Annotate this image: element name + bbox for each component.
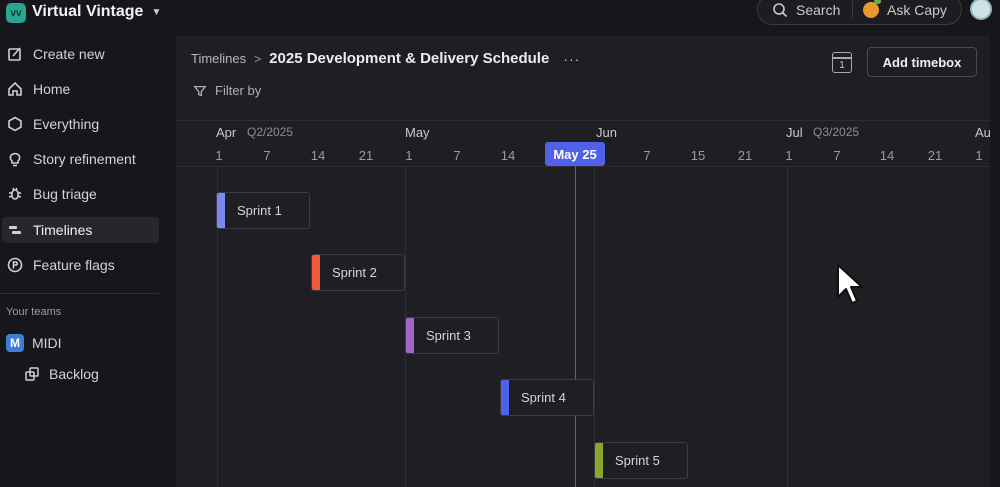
breadcrumb-separator: > xyxy=(254,51,262,66)
sidebar-item-label: Bug triage xyxy=(33,186,97,202)
day-label: 1 xyxy=(975,148,983,163)
search-button[interactable]: Search xyxy=(758,2,852,18)
month-label-apr: Apr xyxy=(216,125,237,140)
lightbulb-icon xyxy=(6,150,24,168)
capy-icon xyxy=(863,0,881,18)
page-title: 2025 Development & Delivery Schedule xyxy=(269,50,550,67)
sprint-label: Sprint 1 xyxy=(237,203,282,218)
bug-icon xyxy=(6,185,24,203)
timeline-header-divider xyxy=(176,166,990,167)
top-search-bar: Search Ask Capy xyxy=(757,0,962,25)
workspace-switcher[interactable]: Virtual Vintage ▼ xyxy=(32,3,161,21)
month-label-aug: Au xyxy=(975,125,990,140)
user-avatar[interactable] xyxy=(970,0,992,20)
month-label-jul: Jul xyxy=(786,125,803,140)
month-label-may: May xyxy=(405,125,430,140)
sprint-color-bar[interactable] xyxy=(217,193,225,228)
quarter-label-q3: Q3/2025 xyxy=(813,125,860,139)
filter-icon xyxy=(193,85,207,96)
day-label: 21 xyxy=(927,148,943,163)
home-icon xyxy=(6,80,24,98)
day-label: 14 xyxy=(879,148,895,163)
day-label: 1 xyxy=(215,148,223,163)
teams-section-label: Your teams xyxy=(6,306,62,318)
backlog-icon xyxy=(25,367,39,381)
caret-down-icon: ▼ xyxy=(151,6,162,18)
sidebar-item-home[interactable]: Home xyxy=(2,76,159,102)
sidebar-item-everything[interactable]: Everything xyxy=(2,111,159,137)
day-label: 7 xyxy=(263,148,271,163)
day-label: 7 xyxy=(833,148,841,163)
sidebar-item-story-refinement[interactable]: Story refinement xyxy=(2,146,159,172)
day-label: 21 xyxy=(358,148,374,163)
sidebar-item-feature-flags[interactable]: Feature flags xyxy=(2,252,159,278)
search-label: Search xyxy=(796,1,841,18)
sprint-color-bar[interactable] xyxy=(312,255,320,290)
sprint-timebox-4[interactable]: Sprint 4 xyxy=(500,379,594,416)
calendar-icon[interactable]: 1 xyxy=(832,52,852,73)
timeline-icon xyxy=(6,221,24,239)
filter-button[interactable]: Filter by xyxy=(193,83,261,98)
add-timebox-button[interactable]: Add timebox xyxy=(867,47,977,77)
sprint-timebox-5[interactable]: Sprint 5 xyxy=(594,442,688,479)
month-gridline xyxy=(787,167,788,487)
day-label: 21 xyxy=(737,148,753,163)
month-gridline xyxy=(594,167,595,487)
search-icon xyxy=(773,2,788,17)
sprint-timebox-3[interactable]: Sprint 3 xyxy=(405,317,499,354)
breadcrumb-timelines-link[interactable]: Timelines xyxy=(191,51,246,66)
sprint-timebox-1[interactable]: Sprint 1 xyxy=(216,192,310,229)
sidebar-item-backlog[interactable]: Backlog xyxy=(24,366,99,382)
more-options-button[interactable]: ··· xyxy=(563,51,580,67)
sidebar-divider xyxy=(0,293,159,294)
mouse-cursor-icon xyxy=(837,264,863,304)
sprint-label: Sprint 5 xyxy=(615,453,660,468)
day-label: 7 xyxy=(643,148,651,163)
today-marker-badge: May 25 xyxy=(545,142,605,166)
day-label: 1 xyxy=(785,148,793,163)
day-label: 15 xyxy=(690,148,706,163)
today-marker-line xyxy=(575,154,576,487)
sidebar-item-label: Home xyxy=(33,81,71,97)
team-name[interactable]: MIDI xyxy=(32,335,62,351)
sidebar-item-label: Timelines xyxy=(33,222,93,238)
sidebar-item-label: Story refinement xyxy=(33,151,136,167)
sidebar-item-label: Feature flags xyxy=(33,257,115,273)
filter-label: Filter by xyxy=(215,83,262,98)
sidebar-item-timelines[interactable]: Timelines xyxy=(2,217,159,243)
timeline-top-divider xyxy=(176,120,990,121)
day-label: 14 xyxy=(500,148,516,163)
sidebar-item-label: Backlog xyxy=(49,366,99,382)
flag-icon xyxy=(6,256,24,274)
day-label: 7 xyxy=(453,148,461,163)
hexagon-icon xyxy=(6,115,24,133)
sprint-color-bar[interactable] xyxy=(501,380,509,415)
sidebar-item-create-new[interactable]: Create new xyxy=(2,41,159,67)
team-badge[interactable]: M xyxy=(6,334,24,352)
sprint-label: Sprint 2 xyxy=(332,265,377,280)
sprint-timebox-2[interactable]: Sprint 2 xyxy=(311,254,405,291)
quarter-label-q2: Q2/2025 xyxy=(247,125,294,139)
sidebar-item-label: Everything xyxy=(33,116,100,132)
month-label-jun: Jun xyxy=(596,125,617,140)
sprint-color-bar[interactable] xyxy=(406,318,414,353)
timeline-panel: Timelines > 2025 Development & Delivery … xyxy=(176,36,990,487)
create-new-icon xyxy=(6,45,24,63)
workspace-name: Virtual Vintage xyxy=(32,3,144,20)
sidebar-item-label: Create new xyxy=(33,46,105,62)
ask-capy-button[interactable]: Ask Capy xyxy=(853,0,947,18)
ask-capy-label: Ask Capy xyxy=(887,1,947,18)
sprint-label: Sprint 3 xyxy=(426,328,471,343)
breadcrumb: Timelines > 2025 Development & Delivery … xyxy=(191,50,580,67)
sidebar-item-bug-triage[interactable]: Bug triage xyxy=(2,181,159,207)
day-label: 1 xyxy=(405,148,413,163)
day-label: 14 xyxy=(310,148,326,163)
workspace-logo[interactable]: vv xyxy=(6,3,26,23)
sprint-label: Sprint 4 xyxy=(521,390,566,405)
sprint-color-bar[interactable] xyxy=(595,443,603,478)
